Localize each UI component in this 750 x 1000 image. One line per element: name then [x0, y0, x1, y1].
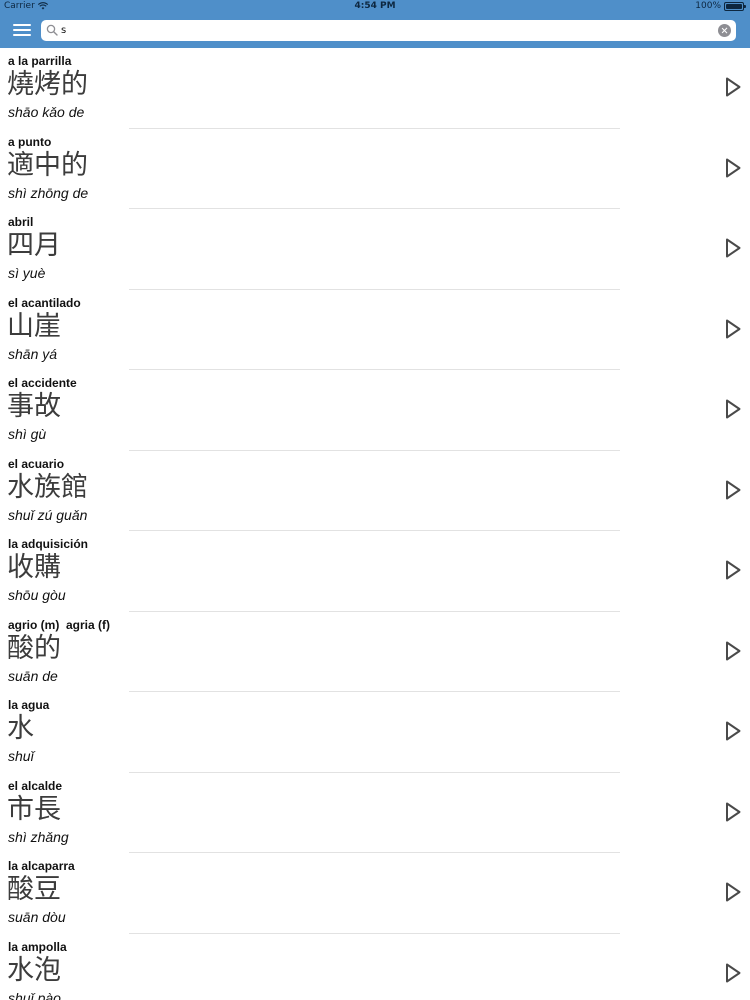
pinyin-term: shì zhōng de [8, 184, 89, 201]
play-audio-icon[interactable] [724, 559, 742, 581]
play-audio-icon[interactable] [724, 157, 742, 179]
chinese-term: 適中的 [7, 149, 88, 181]
spanish-term: el acuario [8, 456, 65, 471]
list-item[interactable]: la ampolla 水泡 shuǐ pào [0, 934, 750, 1000]
play-audio-icon[interactable] [724, 801, 742, 823]
pinyin-term: shōu gòu [8, 587, 66, 603]
pinyin-term: shuǐ zú guǎn [8, 506, 88, 523]
navigation-bar: Carrier 4:54 PM 100% [0, 0, 750, 48]
pinyin-term: suān de [8, 667, 58, 684]
chinese-term: 燒烤的 [7, 69, 88, 100]
list-item[interactable]: la alcaparra 酸豆 suān dòu [0, 853, 750, 934]
chinese-term: 酸豆 [7, 874, 61, 905]
play-audio-icon[interactable] [724, 398, 742, 420]
menu-line [13, 29, 31, 31]
play-audio-icon[interactable] [724, 237, 742, 259]
pinyin-term: shuǐ [8, 748, 34, 764]
spanish-term: a la parrilla [8, 54, 72, 68]
chinese-term: 山崖 [7, 310, 61, 342]
chinese-term: 四月 [7, 230, 61, 261]
list-item[interactable]: agrio (m) agria (f) 酸的 suān de [0, 612, 750, 692]
menu-line [13, 24, 31, 26]
spanish-term: el accidente [8, 376, 77, 390]
menu-line [13, 34, 31, 36]
pinyin-term: shuǐ pào [8, 989, 61, 1000]
spanish-term: a punto [8, 134, 52, 149]
list-item[interactable]: la agua 水 shuǐ [0, 692, 750, 773]
chinese-term: 市長 [7, 793, 61, 825]
play-audio-icon[interactable] [724, 76, 742, 98]
clear-icon[interactable] [718, 24, 731, 37]
search-input[interactable] [61, 20, 701, 41]
chinese-term: 酸的 [7, 632, 61, 664]
list-item[interactable]: a la parrilla 燒烤的 shāo kǎo de [0, 48, 750, 129]
spanish-term: la alcaparra [8, 859, 75, 873]
list-item[interactable]: el accidente 事故 shì gù [0, 370, 750, 451]
spanish-term: la ampolla [8, 939, 67, 954]
spanish-term: la agua [8, 698, 50, 712]
spanish-term: el alcalde [8, 778, 63, 793]
pinyin-term: suān dòu [8, 909, 66, 925]
battery-indicator: 100% [695, 1, 746, 11]
results-list: a la parrilla 燒烤的 shāo kǎo de a punto 適中的 shì… [0, 48, 750, 1000]
list-item[interactable]: la adquisición 收購 shōu gòu [0, 531, 750, 612]
play-audio-icon[interactable] [724, 640, 742, 662]
battery-icon [724, 1, 746, 11]
pinyin-term: shān yá [8, 345, 58, 362]
pinyin-term: shì zhǎng [8, 828, 69, 845]
spanish-term: agrio (m) agria (f) [8, 617, 111, 632]
search-icon [46, 24, 58, 36]
spanish-term: la adquisición [8, 537, 89, 551]
chinese-term: 水族館 [7, 471, 88, 503]
chinese-term: 水 [7, 713, 34, 744]
play-audio-icon[interactable] [724, 318, 742, 340]
pinyin-term: shì gù [8, 426, 47, 442]
play-audio-icon[interactable] [724, 479, 742, 501]
status-time: 4:54 PM [354, 1, 396, 11]
pinyin-term: sì yuè [8, 265, 46, 281]
chinese-term: 事故 [7, 391, 61, 422]
list-item[interactable]: el acuario 水族館 shuǐ zú guǎn [0, 451, 750, 531]
list-item[interactable]: el alcalde 市長 shì zhǎng [0, 773, 750, 853]
list-item[interactable]: a punto 適中的 shì zhōng de [0, 129, 750, 209]
play-audio-icon[interactable] [724, 881, 742, 903]
search-bar[interactable] [41, 20, 736, 41]
chinese-term: 水泡 [7, 954, 61, 986]
play-audio-icon[interactable] [724, 962, 742, 984]
list-item[interactable]: abril 四月 sì yuè [0, 209, 750, 290]
chinese-term: 收購 [7, 552, 61, 583]
status-bar: Carrier 4:54 PM 100% [0, 0, 750, 14]
battery-percent: 100% [695, 1, 721, 11]
list-item[interactable]: el acantilado 山崖 shān yá [0, 290, 750, 370]
spanish-term: abril [8, 215, 34, 229]
play-audio-icon[interactable] [724, 720, 742, 742]
pinyin-term: shāo kǎo de [8, 104, 85, 120]
spanish-term: el acantilado [8, 295, 81, 310]
hamburger-menu-icon[interactable] [11, 21, 33, 39]
